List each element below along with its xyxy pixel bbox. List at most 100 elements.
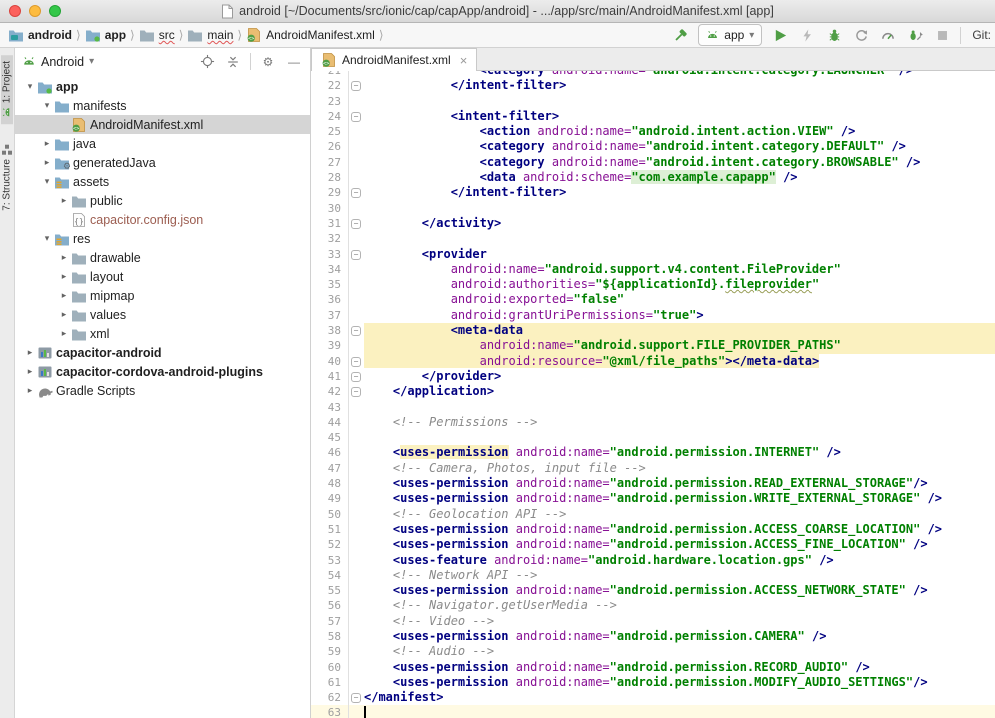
debug-button[interactable] bbox=[825, 26, 843, 44]
code-line[interactable]: 25 <action android:name="android.intent.… bbox=[311, 124, 995, 139]
profiler-button[interactable] bbox=[879, 26, 897, 44]
fold-marker-icon[interactable]: − bbox=[351, 387, 361, 397]
code-line[interactable]: 60 <uses-permission android:name="androi… bbox=[311, 660, 995, 675]
code-line[interactable]: 51 <uses-permission android:name="androi… bbox=[311, 522, 995, 537]
collapse-all-button[interactable] bbox=[224, 53, 242, 71]
code-line[interactable]: 63 bbox=[311, 705, 995, 718]
fold-marker-icon[interactable]: − bbox=[351, 357, 361, 367]
locate-file-button[interactable] bbox=[198, 53, 216, 71]
fold-marker-icon[interactable]: − bbox=[351, 250, 361, 260]
editor-tab[interactable]: <> AndroidManifest.xml × bbox=[311, 48, 477, 71]
tree-expand-arrow[interactable]: ▸ bbox=[40, 138, 54, 149]
fold-marker-icon[interactable]: − bbox=[351, 112, 361, 122]
code-line[interactable]: 22− </intent-filter> bbox=[311, 78, 995, 93]
apply-code-changes-button[interactable] bbox=[852, 26, 870, 44]
tree-item[interactable]: ▸capacitor-cordova-android-plugins bbox=[15, 362, 310, 381]
run-button[interactable] bbox=[771, 26, 789, 44]
code-line[interactable]: 56 <!-- Navigator.getUserMedia --> bbox=[311, 598, 995, 613]
code-line[interactable]: 53 <uses-feature android:name="android.h… bbox=[311, 553, 995, 568]
tree-expand-arrow[interactable]: ▾ bbox=[40, 176, 54, 187]
code-line[interactable]: 55 <uses-permission android:name="androi… bbox=[311, 583, 995, 598]
tree-item[interactable]: ▾app bbox=[15, 77, 310, 96]
code-line[interactable]: 26 <category android:name="android.inten… bbox=[311, 139, 995, 154]
tree-expand-arrow[interactable]: ▾ bbox=[40, 233, 54, 244]
fold-marker-icon[interactable]: − bbox=[351, 81, 361, 91]
code-line[interactable]: 58 <uses-permission android:name="androi… bbox=[311, 629, 995, 644]
code-line[interactable]: 35 android:authorities="${applicationId}… bbox=[311, 277, 995, 292]
code-line[interactable]: 40− android:resource="@xml/file_paths"><… bbox=[311, 354, 995, 369]
fold-marker-icon[interactable]: − bbox=[351, 188, 361, 198]
fold-marker-icon[interactable]: − bbox=[351, 219, 361, 229]
code-line[interactable]: 45 bbox=[311, 430, 995, 445]
breadcrumb-item[interactable]: <>AndroidManifest.xml bbox=[246, 27, 375, 43]
fold-marker-icon[interactable]: − bbox=[351, 326, 361, 336]
tree-expand-arrow[interactable]: ▸ bbox=[57, 271, 71, 282]
code-line[interactable]: 49 <uses-permission android:name="androi… bbox=[311, 491, 995, 506]
code-line[interactable]: 41− </provider> bbox=[311, 369, 995, 384]
gear-icon[interactable]: ⚙ bbox=[259, 53, 277, 71]
code-line[interactable]: 47 <!-- Camera, Photos, input file --> bbox=[311, 461, 995, 476]
toolwindow-button-project[interactable]: 1: Project bbox=[1, 55, 13, 124]
code-line[interactable]: 46 <uses-permission android:name="androi… bbox=[311, 445, 995, 460]
tree-item[interactable]: ▸mipmap bbox=[15, 286, 310, 305]
project-view-selector[interactable]: Android bbox=[41, 55, 84, 69]
tree-expand-arrow[interactable]: ▸ bbox=[40, 157, 54, 168]
code-line[interactable]: 52 <uses-permission android:name="androi… bbox=[311, 537, 995, 552]
code-line[interactable]: 50 <!-- Geolocation API --> bbox=[311, 507, 995, 522]
fold-marker-icon[interactable]: − bbox=[351, 693, 361, 703]
code-line[interactable]: 42− </application> bbox=[311, 384, 995, 399]
code-line[interactable]: 29− </intent-filter> bbox=[311, 185, 995, 200]
code-line[interactable]: 31− </activity> bbox=[311, 216, 995, 231]
tree-item[interactable]: ▸drawable bbox=[15, 248, 310, 267]
tree-item[interactable]: ▸java bbox=[15, 134, 310, 153]
toolwindow-button-structure[interactable]: 7: Structure bbox=[1, 138, 13, 217]
tree-expand-arrow[interactable]: ▸ bbox=[57, 195, 71, 206]
run-config-select[interactable]: app ▾ bbox=[698, 24, 762, 46]
code-line[interactable]: 34 android:name="android.support.v4.cont… bbox=[311, 262, 995, 277]
code-line[interactable]: 59 <!-- Audio --> bbox=[311, 644, 995, 659]
code-line[interactable]: 57 <!-- Video --> bbox=[311, 614, 995, 629]
code-line[interactable]: 30 bbox=[311, 201, 995, 216]
code-line[interactable]: 21 <category android:name="android.inten… bbox=[311, 71, 995, 78]
tree-expand-arrow[interactable]: ▾ bbox=[40, 100, 54, 111]
tree-expand-arrow[interactable]: ▸ bbox=[23, 366, 37, 377]
code-line[interactable]: 27 <category android:name="android.inten… bbox=[311, 155, 995, 170]
code-line[interactable]: 36 android:exported="false" bbox=[311, 292, 995, 307]
code-line[interactable]: 37 android:grantUriPermissions="true"> bbox=[311, 308, 995, 323]
code-line[interactable]: 23 bbox=[311, 94, 995, 109]
code-line[interactable]: 48 <uses-permission android:name="androi… bbox=[311, 476, 995, 491]
breadcrumb-item[interactable]: src bbox=[139, 28, 175, 42]
attach-debugger-button[interactable] bbox=[906, 26, 924, 44]
code-line[interactable]: 62−</manifest> bbox=[311, 690, 995, 705]
tree-item[interactable]: ▸xml bbox=[15, 324, 310, 343]
tree-item[interactable]: ▾assets bbox=[15, 172, 310, 191]
tree-expand-arrow[interactable]: ▸ bbox=[57, 309, 71, 320]
breadcrumb-item[interactable]: main bbox=[187, 28, 233, 42]
tree-item[interactable]: ▸public bbox=[15, 191, 310, 210]
code-line[interactable]: 39 android:name="android.support.FILE_PR… bbox=[311, 338, 995, 353]
apply-changes-button[interactable] bbox=[798, 26, 816, 44]
tree-expand-arrow[interactable]: ▸ bbox=[57, 252, 71, 263]
breadcrumb-item[interactable]: android bbox=[8, 28, 72, 42]
build-button[interactable] bbox=[671, 26, 689, 44]
tree-item[interactable]: ▸values bbox=[15, 305, 310, 324]
tree-expand-arrow[interactable]: ▸ bbox=[23, 347, 37, 358]
hide-panel-button[interactable]: — bbox=[285, 53, 303, 71]
code-line[interactable]: 61 <uses-permission android:name="androi… bbox=[311, 675, 995, 690]
tree-item[interactable]: ▸layout bbox=[15, 267, 310, 286]
code-line[interactable]: 32 bbox=[311, 231, 995, 246]
code-line[interactable]: 54 <!-- Network API --> bbox=[311, 568, 995, 583]
code-area[interactable]: 21 <category android:name="android.inten… bbox=[311, 71, 995, 718]
tree-item[interactable]: ▾res bbox=[15, 229, 310, 248]
tree-item[interactable]: <>AndroidManifest.xml bbox=[15, 115, 310, 134]
breadcrumb-item[interactable]: app bbox=[85, 28, 126, 42]
stop-button[interactable] bbox=[933, 26, 951, 44]
code-line[interactable]: 38− <meta-data bbox=[311, 323, 995, 338]
tree-expand-arrow[interactable]: ▸ bbox=[57, 328, 71, 339]
tree-item[interactable]: ▸⚙generatedJava bbox=[15, 153, 310, 172]
code-line[interactable]: 28 <data android:scheme="com.example.cap… bbox=[311, 170, 995, 185]
tree-expand-arrow[interactable]: ▾ bbox=[23, 81, 37, 92]
tree-item[interactable]: ▸capacitor-android bbox=[15, 343, 310, 362]
code-line[interactable]: 43 bbox=[311, 400, 995, 415]
code-line[interactable]: 44 <!-- Permissions --> bbox=[311, 415, 995, 430]
